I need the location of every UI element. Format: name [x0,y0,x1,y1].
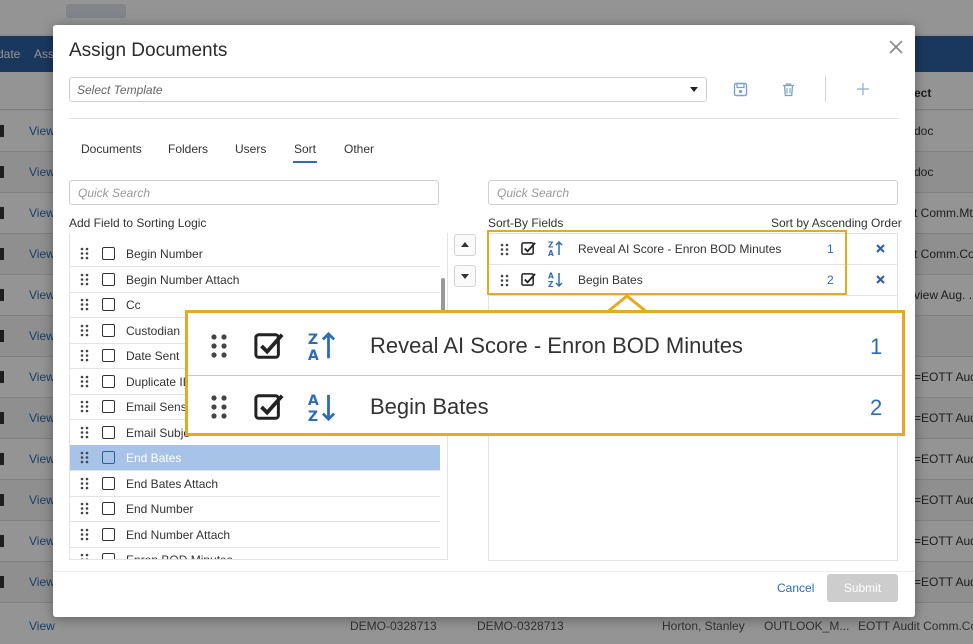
field-checkbox[interactable] [102,324,115,337]
field-label: Email Subje [126,426,191,440]
field-label: Date Sent [126,349,180,363]
field-label: End Bates Attach [126,477,219,491]
field-row[interactable]: End Number [70,496,440,522]
template-select[interactable]: Select Template [69,77,707,102]
tab-other[interactable]: Other [344,142,374,156]
drag-handle-icon[interactable] [80,247,89,260]
callout-label: Reveal AI Score - Enron BOD Minutes [370,333,743,358]
drag-handle-icon[interactable] [80,349,89,362]
field-label: Duplicate IL [126,375,190,389]
header-divider [69,118,899,119]
tab-users[interactable]: Users [235,142,266,156]
checkbox-checked-icon [254,394,284,420]
drag-handle-icon[interactable] [80,298,89,311]
drag-handle-icon[interactable] [80,451,89,464]
sort-by-label: Sort-By Fields [488,216,564,230]
field-checkbox[interactable] [102,400,115,413]
field-label: Begin Number [126,247,203,261]
checkbox-checked-icon [254,333,284,359]
template-select-placeholder: Select Template [77,83,163,97]
submit-button[interactable]: Submit [827,574,898,602]
field-checkbox[interactable] [102,553,115,559]
toolbar-divider [825,76,826,102]
callout-rank: 1 [870,334,883,359]
zoom-callout: Z A Reveal AI Score - Enron BOD Minutes 1 A Z… [185,310,905,436]
field-row[interactable]: End Bates [70,445,440,471]
close-icon[interactable] [887,38,905,56]
drag-handle-icon[interactable] [80,553,89,560]
move-up-button[interactable] [454,234,476,256]
svg-text:Z: Z [308,332,318,348]
callout-label: Begin Bates [370,394,489,419]
chevron-down-icon [690,87,698,92]
field-row[interactable]: End Bates Attach [70,471,440,497]
svg-text:Z: Z [308,409,318,423]
drag-handle-icon[interactable] [80,502,89,515]
tab-sort[interactable]: Sort [293,142,318,163]
field-label: End Number [126,502,194,516]
right-search-placeholder: Quick Search [497,186,570,200]
field-checkbox[interactable] [102,502,115,515]
drag-handle-icon[interactable] [80,426,89,439]
field-row[interactable]: End Number Attach [70,522,440,548]
arrow-up-icon [461,242,469,247]
plus-icon[interactable] [856,82,870,96]
field-checkbox[interactable] [102,451,115,464]
field-checkbox[interactable] [102,349,115,362]
field-label: End Bates [126,451,182,465]
callout-row: Z A Reveal AI Score - Enron BOD Minutes 1 [188,316,902,376]
arrow-down-icon [461,274,469,279]
field-checkbox[interactable] [102,273,115,286]
tab-documents[interactable]: Documents [81,142,142,156]
callout-row: A Z Begin Bates 2 [188,377,902,437]
field-checkbox[interactable] [102,528,115,541]
field-label: Enron BOD Minutes [126,553,233,560]
sort-descending-icon: ZA [308,331,336,362]
trash-icon[interactable] [781,82,796,97]
field-row[interactable]: Enron BOD Minutes [70,547,440,560]
field-label: Custodian [126,324,181,338]
field-checkbox[interactable] [102,375,115,388]
sort-order-label: Sort by Ascending Order [771,216,902,230]
tab-folders[interactable]: Folders [168,142,208,156]
svg-text:A: A [308,348,319,362]
move-down-button[interactable] [454,265,476,287]
field-label: Email Sens [126,400,187,414]
left-search-placeholder: Quick Search [78,186,151,200]
field-label: Begin Number Attach [126,273,240,287]
callout-rank: 2 [870,395,883,420]
drag-handle-icon[interactable] [80,375,89,388]
dialog-title: Assign Documents [69,40,228,61]
field-checkbox[interactable] [102,477,115,490]
remove-icon[interactable] [876,275,885,284]
field-label: End Number Attach [126,528,231,542]
field-row[interactable]: Begin Number [70,241,440,267]
footer-divider [53,571,915,572]
svg-text:A: A [308,393,319,409]
drag-handle-icon[interactable] [80,273,89,286]
add-field-label: Add Field to Sorting Logic [69,216,207,230]
field-checkbox[interactable] [102,298,115,311]
field-row[interactable]: Begin Number Attach [70,267,440,293]
drag-handle-icon[interactable] [80,400,89,413]
field-label: Cc [126,298,141,312]
field-checkbox[interactable] [102,247,115,260]
cancel-button[interactable]: Cancel [777,581,814,595]
drag-handle-icon[interactable] [80,324,89,337]
sort-ascending-icon: AZ [308,393,336,423]
drag-handle-icon[interactable] [80,477,89,490]
field-checkbox[interactable] [102,426,115,439]
remove-icon[interactable] [876,244,885,253]
drag-handle-icon[interactable] [80,528,89,541]
right-search-input[interactable]: Quick Search [488,180,898,205]
left-search-input[interactable]: Quick Search [69,180,439,205]
drag-handle-icon [211,395,227,419]
highlight-box [487,230,847,295]
drag-handle-icon [211,334,227,358]
save-icon[interactable] [733,82,748,97]
